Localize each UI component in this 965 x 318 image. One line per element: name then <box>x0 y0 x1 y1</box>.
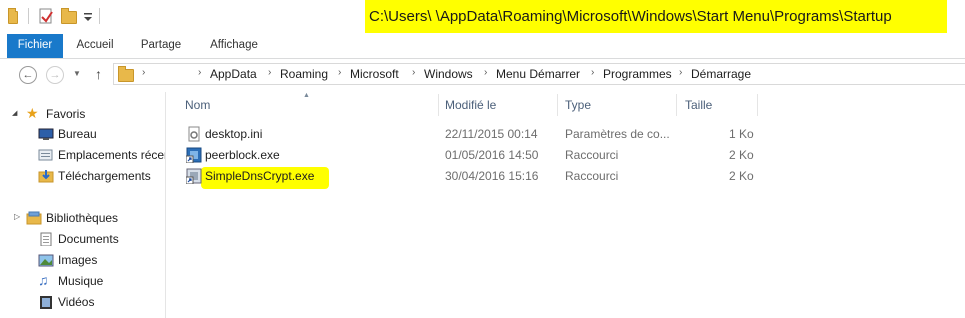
sidebar-item-musique[interactable]: ♫ Musique <box>0 271 166 291</box>
divider <box>99 8 100 24</box>
divider <box>28 8 29 24</box>
file-row[interactable]: desktop.ini 22/11/2015 00:14 Paramètres … <box>183 124 763 145</box>
up-arrow-icon[interactable]: ↑ <box>95 66 102 82</box>
column-header-modifie-le[interactable]: Modifié le <box>445 98 496 112</box>
new-folder-icon[interactable] <box>61 8 77 24</box>
sidebar-item-label: Documents <box>58 232 119 246</box>
sidebar-item-label: Bibliothèques <box>46 211 119 225</box>
desktop-icon <box>38 127 54 141</box>
documents-icon <box>38 232 54 247</box>
sidebar-item-telechargements[interactable]: Téléchargements <box>0 166 166 186</box>
sidebar-item-bibliotheques[interactable]: ▷ Bibliothèques <box>0 208 166 228</box>
column-divider[interactable] <box>757 94 758 116</box>
column-header-nom[interactable]: Nom <box>185 98 210 112</box>
file-type: Paramètres de co... <box>565 127 670 141</box>
chevron-right-icon[interactable]: › <box>338 67 341 78</box>
expand-icon[interactable]: ▷ <box>14 212 20 221</box>
file-modified: 22/11/2015 00:14 <box>445 127 538 141</box>
chevron-right-icon[interactable]: › <box>268 67 271 78</box>
chevron-right-icon[interactable]: › <box>142 67 145 78</box>
crumb-demarrage[interactable]: Démarrage <box>691 67 751 81</box>
expand-icon[interactable]: ◢ <box>12 109 17 117</box>
file-name: SimpleDnsCrypt.exe <box>205 169 315 183</box>
back-arrow-icon[interactable]: ← <box>19 66 37 84</box>
sort-ascending-icon: ▲ <box>303 92 310 99</box>
crumb-roaming[interactable]: Roaming <box>280 67 328 81</box>
column-divider[interactable] <box>676 94 677 116</box>
sidebar-item-label: Téléchargements <box>58 169 151 183</box>
file-modified: 30/04/2016 15:16 <box>445 169 539 183</box>
file-name: desktop.ini <box>205 127 263 141</box>
file-modified: 01/05/2016 14:50 <box>445 148 539 162</box>
tab-affichage[interactable]: Affichage <box>198 34 270 58</box>
forward-arrow-icon[interactable]: → <box>46 66 64 84</box>
pictures-icon <box>38 253 54 267</box>
crumb-programmes[interactable]: Programmes <box>603 67 672 81</box>
tab-fichier[interactable]: Fichier <box>7 34 63 58</box>
crumb-menu-demarrer[interactable]: Menu Démarrer <box>496 67 580 81</box>
crumb-windows[interactable]: Windows <box>424 67 473 81</box>
file-type: Raccourci <box>565 169 619 183</box>
column-divider[interactable] <box>438 94 439 116</box>
star-icon: ★ <box>26 105 39 121</box>
sidebar-item-documents[interactable]: Documents <box>0 229 166 249</box>
ribbon-tabs: Fichier Accueil Partage Affichage <box>0 34 965 59</box>
properties-icon[interactable] <box>38 8 54 24</box>
chevron-right-icon[interactable]: › <box>412 67 415 78</box>
chevron-right-icon[interactable]: › <box>591 67 594 78</box>
sidebar-item-emplacements-recents[interactable]: Emplacements récen <box>0 145 166 165</box>
file-size: 2 Ko <box>729 148 754 162</box>
customize-toolbar-icon[interactable] <box>83 8 99 24</box>
sidebar-item-images[interactable]: Images <box>0 250 166 270</box>
sidebar-item-label: Vidéos <box>58 295 95 309</box>
column-header-type[interactable]: Type <box>565 98 591 112</box>
libraries-icon <box>26 211 42 225</box>
column-header-taille[interactable]: Taille <box>685 98 712 112</box>
sidebar-item-label: Musique <box>58 274 104 288</box>
file-type: Raccourci <box>565 148 619 162</box>
file-size: 2 Ko <box>729 169 754 183</box>
videos-icon <box>38 295 54 309</box>
address-bar[interactable]: › › AppData › Roaming › Microsoft › Wind… <box>113 63 965 85</box>
tab-accueil[interactable]: Accueil <box>65 34 125 58</box>
sidebar-item-label: Favoris <box>46 107 86 121</box>
sidebar-item-label: Images <box>58 253 98 267</box>
chevron-right-icon[interactable]: › <box>679 67 682 78</box>
file-row[interactable]: SimpleDnsCrypt.exe 30/04/2016 15:16 Racc… <box>183 166 763 187</box>
recent-locations-icon[interactable]: ▼ <box>73 69 81 78</box>
crumb-appdata[interactable]: AppData <box>210 67 257 81</box>
tab-partage[interactable]: Partage <box>130 34 192 58</box>
sidebar-item-label: Emplacements récen <box>58 148 166 162</box>
file-list: ▲ Nom Modifié le Type Taille desktop.ini… <box>166 92 965 318</box>
chevron-right-icon[interactable]: › <box>484 67 487 78</box>
file-row[interactable]: peerblock.exe 01/05/2016 14:50 Raccourci… <box>183 145 763 166</box>
title-bar: C:\Users\ \AppData\Roaming\Microsoft\Win… <box>0 0 965 34</box>
folder-icon <box>8 8 24 24</box>
sidebar-item-label: Bureau <box>58 127 97 141</box>
shortcut-icon <box>185 147 202 164</box>
shortcut-icon <box>185 168 202 185</box>
sidebar-item-bureau[interactable]: Bureau <box>0 124 166 144</box>
folder-icon <box>118 66 134 82</box>
file-size: 1 Ko <box>729 127 754 141</box>
recent-places-icon <box>38 148 54 162</box>
window-title: C:\Users\ \AppData\Roaming\Microsoft\Win… <box>369 8 892 25</box>
downloads-icon <box>38 169 54 183</box>
sidebar-item-videos[interactable]: Vidéos <box>0 292 166 312</box>
settings-file-icon <box>186 126 202 142</box>
crumb-microsoft[interactable]: Microsoft <box>350 67 399 81</box>
column-divider[interactable] <box>557 94 558 116</box>
file-name: peerblock.exe <box>205 148 280 162</box>
music-icon: ♫ <box>38 272 49 288</box>
navigation-pane: ◢ ★ Favoris Bureau Emplacements récen Té… <box>0 92 166 318</box>
navigation-bar: ← → ▼ ↑ › › AppData › Roaming › Microsof… <box>0 60 965 90</box>
sidebar-item-favoris[interactable]: ◢ ★ Favoris <box>0 104 166 124</box>
chevron-right-icon[interactable]: › <box>198 67 201 78</box>
